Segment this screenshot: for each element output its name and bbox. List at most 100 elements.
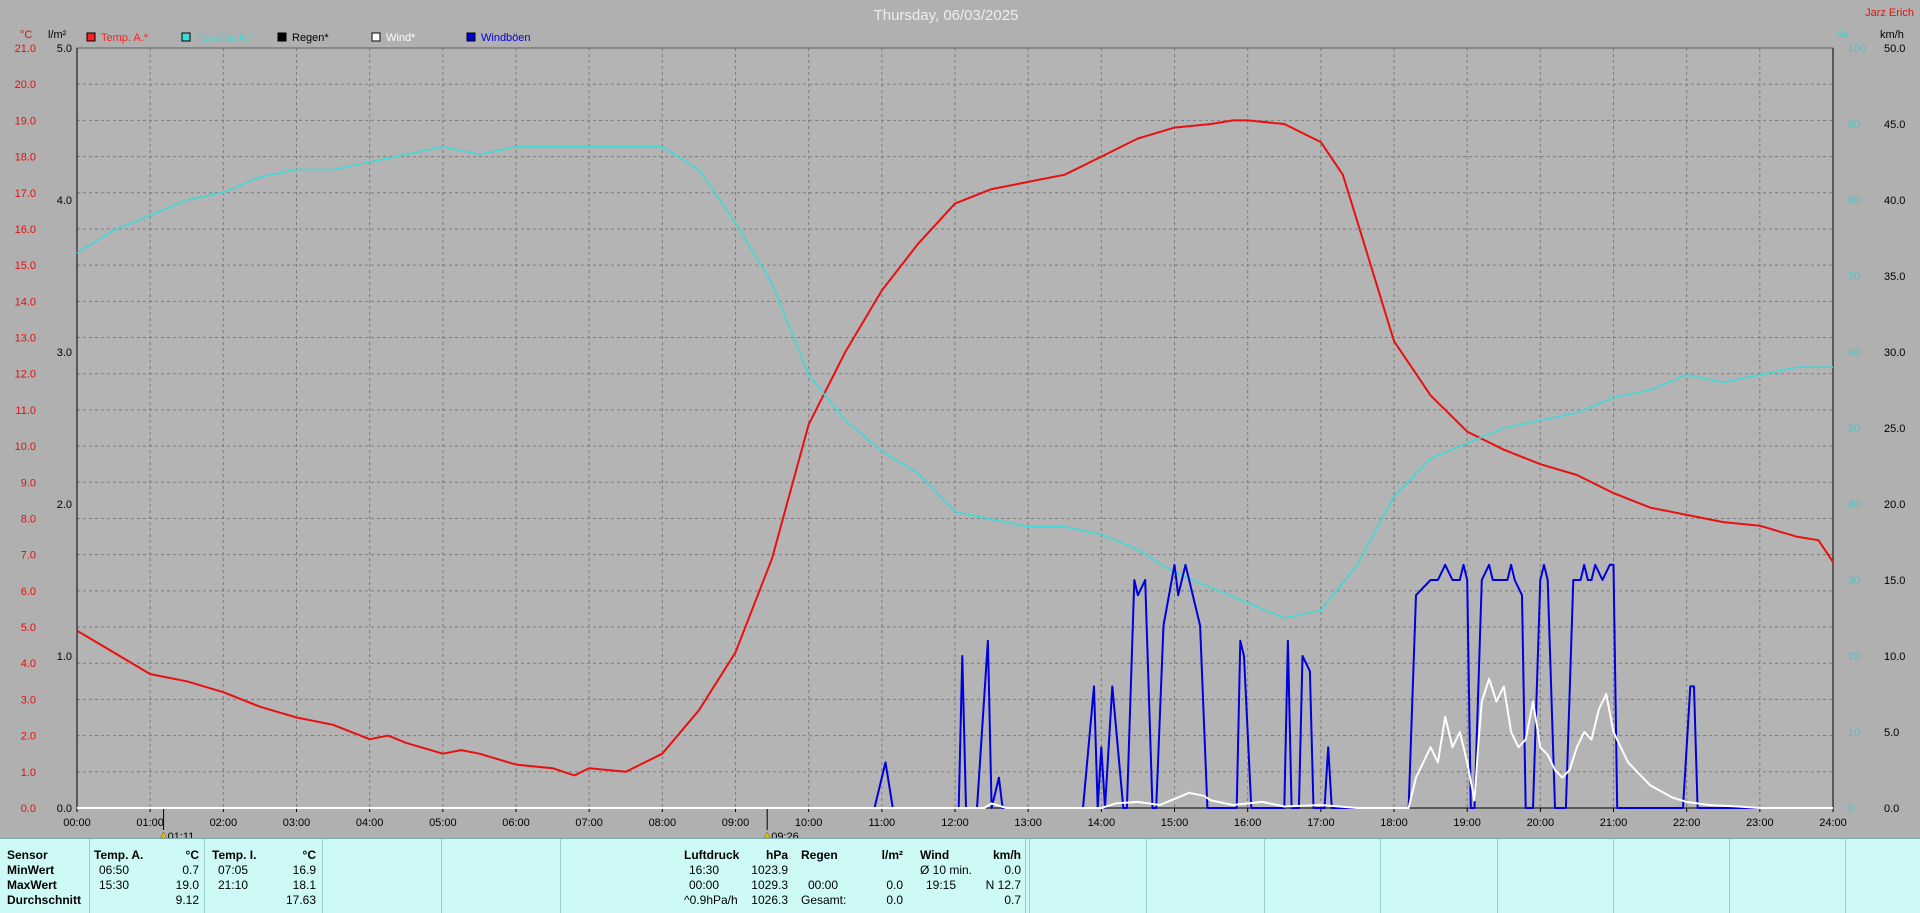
temp-tick-label: 18.0 (15, 152, 36, 164)
sun-marker-label: 01:11 (168, 831, 195, 838)
x-tick-label: 03:00 (283, 817, 311, 829)
stats-temp-outdoor-column: Temp. A. °C 06:50 0.7 15:30 19.0 9.12 (89, 839, 205, 913)
humidity-tick-label: 80 (1848, 195, 1860, 207)
rain-tick-label: 3.0 (57, 347, 72, 359)
x-tick-label: 16:00 (1234, 817, 1262, 829)
stats-rain-max: 0.0 (886, 878, 903, 892)
stats-empty-column-11 (1497, 839, 1614, 913)
humidity-tick-label: 100 (1848, 43, 1866, 55)
temp-tick-label: 5.0 (21, 622, 36, 634)
x-tick-label: 23:00 (1746, 817, 1774, 829)
stats-rain-total: 0.0 (886, 893, 903, 907)
wind-tick-label: 15.0 (1884, 575, 1905, 587)
stats-temp-a-max-time: 15:30 (99, 878, 130, 892)
stats-header-wind: Wind (920, 848, 950, 862)
stats-header-rain: Regen (801, 848, 838, 862)
stats-pressure-min-time: 16:30 (689, 863, 720, 877)
wind-axis-unit: km/h (1880, 29, 1904, 41)
legend-swatch (371, 32, 381, 42)
stats-empty-column-10 (1380, 839, 1498, 913)
stats-empty-column-8 (1146, 839, 1265, 913)
legend-label: Regen* (292, 32, 329, 44)
wind-tick-label: 40.0 (1884, 195, 1905, 207)
rain-tick-label: 1.0 (57, 651, 72, 663)
stats-wind-avg10-label: Ø 10 min. (920, 863, 973, 877)
temp-tick-label: 16.0 (15, 224, 36, 236)
stats-wind-max: N 12.7 (985, 878, 1021, 892)
legend-label: Temp. A.* (101, 32, 149, 44)
stats-sensor-column: Sensor MinWert MaxWert Durchschnitt (0, 839, 90, 913)
stats-wind-avg10: 0.0 (1004, 863, 1021, 877)
stats-wind-max-time: 19:15 (926, 878, 957, 892)
wind-tick-label: 5.0 (1884, 727, 1899, 739)
x-tick-label: 02:00 (210, 817, 238, 829)
station-label: Jarz Erich (1865, 7, 1914, 19)
humidity-tick-label: 20 (1848, 651, 1860, 663)
stats-unit-rain: l/m² (881, 848, 903, 862)
stats-label-min: MinWert (7, 863, 55, 877)
stats-empty-column-9 (1264, 839, 1381, 913)
wind-tick-label: 50.0 (1884, 43, 1905, 55)
sun-marker-label: 09:26 (771, 831, 799, 838)
stats-temp-indoor-column: Temp. I. °C 07:05 16.9 21:10 18.1 17.63 (204, 839, 323, 913)
rain-tick-label: 4.0 (57, 195, 72, 207)
x-tick-label: 13:00 (1014, 817, 1042, 829)
stats-header-temp-i: Temp. I. (212, 848, 257, 862)
stats-rain-total-label: Gesamt: (801, 893, 847, 907)
stats-label-max: MaxWert (7, 878, 57, 892)
x-tick-label: 22:00 (1673, 817, 1701, 829)
x-tick-label: 15:00 (1161, 817, 1189, 829)
wind-tick-label: 10.0 (1884, 651, 1905, 663)
temp-tick-label: 20.0 (15, 79, 36, 91)
stats-pressure-max-time: 00:00 (689, 878, 720, 892)
wind-tick-label: 20.0 (1884, 499, 1905, 511)
stats-header-pressure: Luftdruck (684, 848, 740, 862)
humidity-tick-label: 70 (1848, 271, 1860, 283)
temp-tick-label: 15.0 (15, 260, 36, 272)
x-tick-label: 00:00 (63, 817, 91, 829)
x-tick-label: 06:00 (502, 817, 530, 829)
humidity-axis-unit: % (1838, 29, 1848, 41)
temp-tick-label: 10.0 (15, 441, 36, 453)
x-tick-label: 24:00 (1819, 817, 1847, 829)
stats-temp-i-max-time: 21:10 (218, 878, 249, 892)
temp-tick-label: 7.0 (21, 550, 36, 562)
x-tick-label: 18:00 (1380, 817, 1408, 829)
stats-pressure-trend: ^0.9hPa/h (684, 893, 738, 907)
x-tick-label: 01:00 (136, 817, 164, 829)
temp-tick-label: 12.0 (15, 369, 36, 381)
humidity-tick-label: 40 (1848, 499, 1860, 511)
stats-empty-column-12 (1613, 839, 1730, 913)
temp-tick-label: 21.0 (15, 43, 36, 55)
stats-empty-column-3 (560, 839, 680, 913)
wind-tick-label: 35.0 (1884, 271, 1905, 283)
stats-temp-i-avg: 17.63 (285, 893, 316, 907)
stats-rain-column: Regen l/m² 00:00 0.0 Gesamt: 0.0 (794, 839, 910, 913)
x-tick-label: 12:00 (941, 817, 969, 829)
stats-unit-pressure: hPa (765, 848, 788, 862)
x-tick-label: 07:00 (575, 817, 603, 829)
legend-swatch (86, 32, 96, 42)
stats-empty-column-7 (1029, 839, 1147, 913)
stats-wind-column: Wind km/h Ø 10 min. 0.0 19:15 N 12.7 0.7 (909, 839, 1026, 913)
stats-unit-temp-a: °C (185, 848, 199, 862)
temp-tick-label: 4.0 (21, 658, 36, 670)
stats-header-sensor: Sensor (7, 848, 48, 862)
legend-label: Windböen (481, 32, 531, 44)
humidity-tick-label: 50 (1848, 423, 1860, 435)
x-tick-label: 21:00 (1600, 817, 1628, 829)
x-tick-label: 09:00 (722, 817, 750, 829)
stats-pressure-avg: 1026.3 (751, 893, 788, 907)
temp-tick-label: 8.0 (21, 513, 36, 525)
stats-temp-a-avg: 9.12 (175, 893, 199, 907)
wind-tick-label: 45.0 (1884, 119, 1905, 131)
temp-tick-label: 2.0 (21, 731, 36, 743)
statistics-table: Sensor MinWert MaxWert Durchschnitt Temp… (0, 838, 1920, 913)
stats-wind-avg: 0.7 (1004, 893, 1021, 907)
stats-unit-wind: km/h (992, 848, 1021, 862)
legend-label: Feuchte A.* (196, 32, 254, 44)
x-tick-label: 10:00 (795, 817, 823, 829)
stats-temp-a-min: 0.7 (182, 863, 199, 877)
stats-header-temp-a: Temp. A. (94, 848, 144, 862)
temp-tick-label: 3.0 (21, 694, 36, 706)
